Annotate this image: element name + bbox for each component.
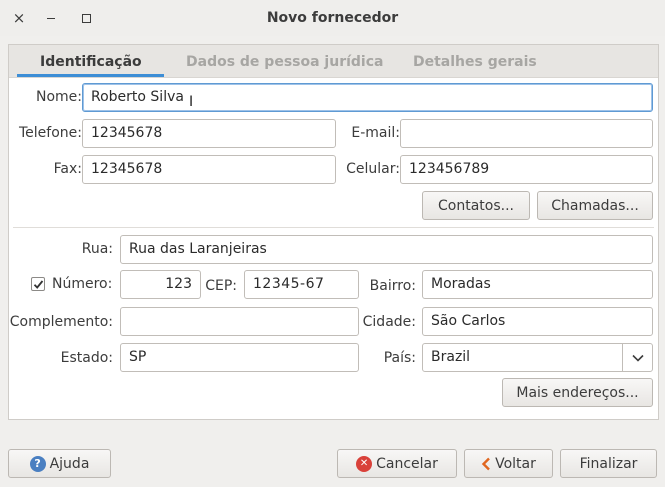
tab-dados-pessoa-juridica[interactable]: Dados de pessoa jurídica [186,54,383,70]
telefone-field[interactable]: 12345678 [82,119,336,148]
window-title: Novo fornecedor [266,10,399,26]
cancel-icon: ✕ [356,455,373,472]
cep-label: CEP: [205,278,237,294]
fax-field[interactable]: 12345678 [82,155,336,184]
nome-label: Nome: [35,89,82,105]
numero-label: Número: [52,276,113,292]
tab-detalhes-gerais[interactable]: Detalhes gerais [413,54,537,70]
tab-identificacao[interactable]: Identificação [40,54,142,70]
numero-checkbox[interactable] [31,277,45,291]
finalizar-button[interactable]: Finalizar [560,449,657,478]
pais-label: País: [383,350,416,366]
help-icon: ? [29,455,46,472]
chevron-down-icon [631,354,644,362]
dropdown-button[interactable] [622,344,652,371]
voltar-button[interactable]: Voltar [464,449,553,478]
back-arrow-icon [481,457,490,470]
cidade-field[interactable]: São Carlos [422,307,653,336]
fax-label: Fax: [53,161,82,177]
tab-strip: Identificação Dados de pessoa jurídica D… [9,45,658,78]
estado-field[interactable]: SP [120,343,359,372]
cancelar-button[interactable]: ✕ Cancelar [337,449,457,478]
celular-field[interactable]: 123456789 [400,155,653,184]
numero-field[interactable]: 123 [120,270,201,299]
title-bar: × Novo fornecedor [0,0,665,36]
ajuda-button[interactable]: ? Ajuda [8,449,111,478]
notebook-panel: Identificação Dados de pessoa jurídica D… [8,44,659,420]
rua-label: Rua: [81,241,113,257]
email-field[interactable] [400,119,653,148]
celular-label: Celular: [346,161,400,177]
nome-field[interactable]: Roberto Silva I [82,83,653,112]
bairro-label: Bairro: [369,278,416,294]
complemento-field[interactable] [120,307,359,336]
pais-combobox[interactable]: Brazil [422,343,653,372]
cep-field[interactable]: 12345-67 [244,270,359,299]
section-divider [13,227,654,228]
mais-enderecos-button[interactable]: Mais endereços... [502,378,653,407]
active-tab-indicator [17,74,164,77]
rua-field[interactable]: Rua das Laranjeiras [120,235,653,264]
complemento-label: Complemento: [9,314,113,330]
text-cursor-icon: I [189,94,194,110]
email-label: E-mail: [351,125,400,141]
bairro-field[interactable]: Moradas [422,270,653,299]
checkmark-icon [33,279,43,289]
telefone-label: Telefone: [19,125,82,141]
estado-label: Estado: [60,350,113,366]
contatos-button[interactable]: Contatos... [422,191,530,220]
cidade-label: Cidade: [362,314,416,330]
chamadas-button[interactable]: Chamadas... [537,191,653,220]
